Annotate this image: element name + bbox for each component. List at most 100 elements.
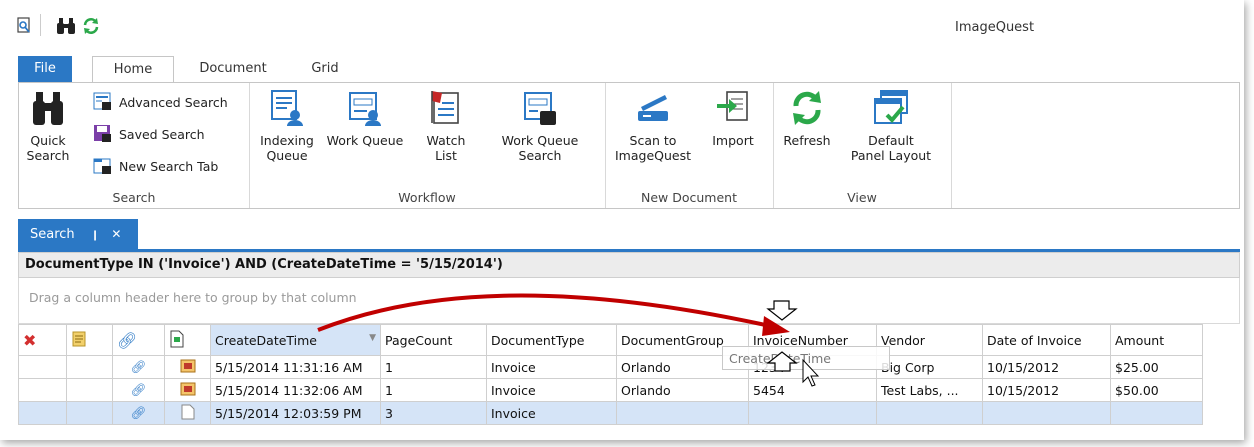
cell-createdatetime: 5/15/2014 11:31:16 AM <box>210 355 381 379</box>
refresh-icon <box>793 91 821 125</box>
pin-icon[interactable]: ❙ <box>91 230 99 241</box>
cell-documenttype: Invoice <box>486 378 617 402</box>
refresh-icon[interactable] <box>82 16 100 36</box>
column-header-createdatetime[interactable]: CreateDateTime ▼ <box>210 324 381 356</box>
link-cell[interactable]: 🔗︎ <box>112 355 165 379</box>
tab-grid[interactable]: Grid <box>300 56 350 82</box>
saved-search-icon <box>94 125 111 142</box>
table-row[interactable]: 🔗︎ 5/15/2014 12:03:59 PM 3 Invoice <box>18 401 1203 425</box>
notes-cell[interactable] <box>66 401 113 425</box>
app-window: ImageQuest File Home Document Grid Quick… <box>0 0 1244 440</box>
thumbnail-cell[interactable] <box>164 355 211 379</box>
tab-document[interactable]: Document <box>186 56 280 82</box>
refresh-label: Refresh <box>783 133 831 148</box>
link-cell[interactable]: 🔗︎ <box>112 401 165 425</box>
filter-icon[interactable]: ▼ <box>369 333 376 343</box>
column-header-amount[interactable]: Amount <box>1110 324 1203 356</box>
cell-date-of-invoice: 10/15/2012 <box>982 378 1111 402</box>
binoculars-icon <box>33 92 63 125</box>
advanced-search-label: Advanced Search <box>119 94 228 110</box>
cell-vendor: Test Labs, ... <box>876 378 983 402</box>
new-search-tab-icon <box>93 158 111 174</box>
tab-search-label: Search <box>30 227 75 242</box>
saved-search-button[interactable]: Saved Search <box>93 123 205 145</box>
grid-header-row: ✖ 🔗︎ CreateDateTime ▼ PageCount DocumentT… <box>18 324 1203 356</box>
cell-date-of-invoice: 10/15/2012 <box>982 355 1111 379</box>
tab-home[interactable]: Home <box>92 56 174 83</box>
group-by-hint: Drag a column header here to group by th… <box>29 290 357 305</box>
workflow-group: Indexing Queue Work Queue Watch List Wor… <box>249 83 606 208</box>
blank-document-icon <box>181 404 194 419</box>
quick-search-label: Quick Search <box>26 133 70 163</box>
column-header-date-of-invoice[interactable]: Date of Invoice <box>982 324 1111 356</box>
link-icon: 🔗︎ <box>130 405 147 420</box>
notes-column-header[interactable] <box>66 324 113 356</box>
refresh-button[interactable]: Refresh <box>779 89 835 148</box>
cell-amount: $50.00 <box>1110 378 1203 402</box>
cell-documentgroup <box>616 401 749 425</box>
advanced-search-button[interactable]: Advanced Search <box>93 91 228 113</box>
tab-search[interactable]: Search ❙ ✕ <box>18 219 138 249</box>
document-icon <box>170 330 184 347</box>
new-search-tab-button[interactable]: New Search Tab <box>93 155 218 177</box>
close-icon[interactable]: ✕ <box>111 227 121 241</box>
delete-cell[interactable] <box>18 378 67 402</box>
link-icon: 🔗︎ <box>117 330 138 350</box>
quick-access-divider <box>40 14 41 36</box>
work-queue-button[interactable]: Work Queue <box>325 89 405 148</box>
document-tab-strip: Search ❙ ✕ <box>18 219 1240 252</box>
column-header-documenttype[interactable]: DocumentType <box>486 324 617 356</box>
ribbon-tabs: File Home Document Grid <box>0 56 1244 83</box>
cell-vendor: Big Corp <box>876 355 983 379</box>
cell-documenttype: Invoice <box>486 355 617 379</box>
notes-cell[interactable] <box>66 355 113 379</box>
table-row[interactable]: 🔗︎ 5/15/2014 11:31:16 AM 1 Invoice Orlan… <box>18 355 1203 379</box>
import-icon <box>717 91 748 121</box>
search-group: Quick Search Advanced Search Saved Searc… <box>19 83 250 208</box>
thumbnail-column-header[interactable] <box>164 324 211 356</box>
link-icon: 🔗︎ <box>130 382 147 397</box>
results-grid: ✖ 🔗︎ CreateDateTime ▼ PageCount DocumentT… <box>18 324 1203 425</box>
delete-cell[interactable] <box>18 401 67 425</box>
delete-cell[interactable] <box>18 355 67 379</box>
ribbon: Quick Search Advanced Search Saved Searc… <box>18 82 1240 209</box>
delete-x-icon: ✖ <box>23 330 37 350</box>
import-label: Import <box>712 133 754 148</box>
import-button[interactable]: Import <box>705 89 761 148</box>
watch-list-button[interactable]: Watch List <box>421 89 471 163</box>
tab-file[interactable]: File <box>18 56 72 82</box>
cell-amount <box>1110 401 1203 425</box>
cell-createdatetime: 5/15/2014 11:32:06 AM <box>210 378 381 402</box>
binoculars-icon[interactable] <box>56 16 76 36</box>
watch-list-label: Watch List <box>426 133 466 163</box>
drag-ghost-column: CreateDateTime <box>722 346 890 370</box>
default-panel-layout-label: Default Panel Layout <box>850 133 932 163</box>
thumbnail-cell[interactable] <box>164 378 211 402</box>
link-column-header[interactable]: 🔗︎ <box>112 324 165 356</box>
scan-to-imagequest-button[interactable]: Scan to ImageQuest <box>613 89 693 163</box>
view-group: Refresh Default Panel Layout View <box>773 83 952 208</box>
work-queue-search-label: Work Queue Search <box>501 133 579 163</box>
column-header-pagecount[interactable]: PageCount <box>380 324 487 356</box>
new-search-tab-label: New Search Tab <box>119 158 219 174</box>
column-header-vendor[interactable]: Vendor <box>876 324 983 356</box>
notes-icon <box>72 331 86 346</box>
cell-pagecount: 1 <box>380 355 487 379</box>
work-queue-label: Work Queue <box>326 133 404 148</box>
work-queue-search-button[interactable]: Work Queue Search <box>495 89 585 163</box>
delete-column-header[interactable]: ✖ <box>18 324 67 356</box>
cell-createdatetime: 5/15/2014 12:03:59 PM <box>210 401 381 425</box>
link-icon: 🔗︎ <box>130 359 147 374</box>
search-document-icon[interactable] <box>16 16 32 36</box>
indexing-queue-button[interactable]: Indexing Queue <box>257 89 317 163</box>
group-by-panel[interactable]: Drag a column header here to group by th… <box>18 278 1240 324</box>
notes-cell[interactable] <box>66 378 113 402</box>
thumbnail-cell[interactable] <box>164 401 211 425</box>
watch-list-icon <box>431 91 459 124</box>
default-panel-layout-button[interactable]: Default Panel Layout <box>845 89 937 163</box>
link-cell[interactable]: 🔗︎ <box>112 378 165 402</box>
cell-amount: $25.00 <box>1110 355 1203 379</box>
cell-vendor <box>876 401 983 425</box>
quick-search-button[interactable]: Quick Search <box>23 89 73 163</box>
table-row[interactable]: 🔗︎ 5/15/2014 11:32:06 AM 1 Invoice Orlan… <box>18 378 1203 402</box>
